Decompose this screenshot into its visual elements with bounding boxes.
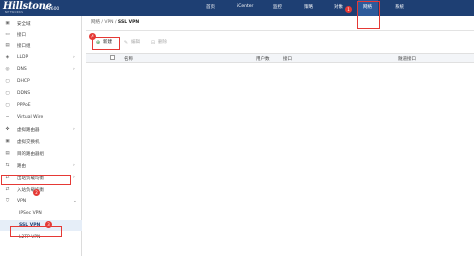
highlight-ssl-vpn-item: [10, 226, 62, 237]
sidebar-subitem-ipsec-vpn[interactable]: IPSec VPN: [0, 208, 82, 219]
shield-icon: ▣: [5, 21, 10, 26]
nav-policy[interactable]: 策略: [304, 4, 313, 10]
highlight-network-tab: [357, 1, 380, 29]
column-header-interface[interactable]: 接口: [283, 56, 292, 62]
edit-button-label: 编辑: [131, 40, 140, 45]
dns-icon: ◎: [5, 67, 10, 72]
highlight-vpn-item: [1, 175, 71, 185]
sidebar-item-label: PPPoE: [17, 103, 31, 108]
sidebar-item-label: Virtual Wire: [17, 115, 44, 120]
delete-button-label: 删除: [158, 40, 167, 45]
chevron-right-icon: ›: [73, 55, 75, 60]
nav-icenter[interactable]: iCenter: [237, 4, 253, 9]
ddns-icon: ▢: [5, 91, 10, 96]
nav-object[interactable]: 对象: [334, 4, 343, 10]
route-icon: ⇆: [5, 163, 10, 168]
sidebar-item-label: 虚拟路由器: [17, 128, 40, 133]
breadcrumb-path[interactable]: 网络 / VPN /: [91, 20, 118, 25]
virtual-wire-icon: ~: [5, 115, 10, 120]
sidebar-item-label: 安全域: [17, 22, 31, 27]
vpn-icon: ⛉: [5, 199, 10, 204]
step-badge-1: 1: [345, 6, 352, 13]
sidebar-item-lldp[interactable]: ◈ LLDP ›: [0, 52, 82, 63]
sidebar-item-dhcp[interactable]: ▢ DHCP: [0, 76, 82, 87]
select-all-checkbox[interactable]: [110, 55, 115, 60]
column-header-user-count[interactable]: 用户数: [256, 56, 270, 62]
highlight-new-button: [92, 37, 120, 50]
sidebar-item-label: VPN: [17, 199, 27, 204]
sidebar-item-virtual-router[interactable]: ✤ 虚拟路由器 ›: [0, 124, 82, 135]
nav-monitor[interactable]: 监控: [273, 4, 282, 10]
chevron-right-icon: ›: [73, 127, 75, 132]
nav-home[interactable]: 首页: [206, 4, 215, 10]
table-header: 名称 用户数 接口 隧道接口: [86, 53, 474, 63]
sidebar-item-ddns[interactable]: ▢ DDNS: [0, 88, 82, 99]
delete-button[interactable]: ⊟ 删除: [149, 37, 167, 49]
chevron-right-icon: ›: [73, 67, 75, 72]
sidebar-item-route[interactable]: ⇆ 路由 ›: [0, 160, 82, 171]
chevron-right-icon: ›: [73, 175, 75, 180]
interface-icon: ▭: [5, 32, 10, 37]
sidebar: ▣ 安全域 ▭ 接口 ▤ 接口组 ◈ LLDP › ◎ DNS › ▢ DHCP…: [0, 16, 82, 256]
inbound-lb-icon: ⇄: [5, 187, 10, 192]
sidebar-item-label: 虚拟交换机: [17, 140, 40, 145]
sidebar-item-vpn[interactable]: ⛉ VPN ⌄: [0, 196, 82, 207]
breadcrumb-current: SSL VPN: [117, 20, 140, 25]
column-header-name[interactable]: 名称: [124, 56, 133, 62]
chevron-down-icon: ⌄: [73, 199, 77, 204]
route-group-icon: ▤: [5, 151, 10, 156]
virtual-router-icon: ✤: [5, 127, 10, 132]
sidebar-item-label: LLDP: [17, 55, 29, 60]
delete-icon: ⊟: [150, 40, 156, 46]
sidebar-item-zone[interactable]: ▣ 安全域: [0, 18, 82, 29]
sidebar-item-label: IPSec VPN: [19, 211, 42, 216]
interface-group-icon: ▤: [5, 43, 10, 48]
edit-button[interactable]: ✎ 编辑: [122, 37, 140, 49]
sidebar-item-label: DDNS: [17, 91, 31, 96]
column-header-tunnel-interface[interactable]: 隧道接口: [398, 56, 416, 62]
sidebar-item-label: 接口: [17, 33, 26, 38]
pppoe-icon: ▢: [5, 103, 10, 108]
breadcrumb: 网络 / VPN / SSL VPN: [91, 19, 139, 25]
sidebar-item-label: DHCP: [17, 79, 30, 84]
virtual-switch-icon: ▣: [5, 139, 10, 144]
device-model: E1600: [45, 7, 60, 12]
sidebar-item-label: 路由: [17, 164, 26, 169]
edit-icon: ✎: [123, 40, 129, 46]
sidebar-item-label: DNS: [17, 67, 27, 72]
sidebar-item-inbound-lb[interactable]: ⇄ 入站负载均衡: [0, 184, 82, 195]
sidebar-item-label: 接口组: [17, 44, 31, 49]
chevron-right-icon: ›: [73, 163, 75, 168]
sidebar-item-virtual-switch[interactable]: ▣ 虚拟交换机: [0, 136, 82, 147]
top-header: Hillstone NETWORKS E1600 首页 iCenter 监控 策…: [0, 0, 474, 16]
sidebar-item-route-group[interactable]: ▤ 目的路由器组: [0, 148, 82, 159]
brand-logo-sub: NETWORKS: [5, 11, 24, 14]
sidebar-item-interface-group[interactable]: ▤ 接口组: [0, 40, 82, 51]
lldp-icon: ◈: [5, 55, 10, 60]
sidebar-item-virtual-wire[interactable]: ~ Virtual Wire: [0, 112, 82, 123]
divider: [86, 30, 474, 31]
dhcp-icon: ▢: [5, 79, 10, 84]
nav-system[interactable]: 系统: [395, 4, 404, 10]
sidebar-item-pppoe[interactable]: ▢ PPPoE: [0, 100, 82, 111]
sidebar-item-label: 目的路由器组: [17, 152, 44, 157]
step-badge-2: 2: [33, 189, 40, 196]
sidebar-item-interface[interactable]: ▭ 接口: [0, 29, 82, 40]
sidebar-item-dns[interactable]: ◎ DNS ›: [0, 64, 82, 75]
